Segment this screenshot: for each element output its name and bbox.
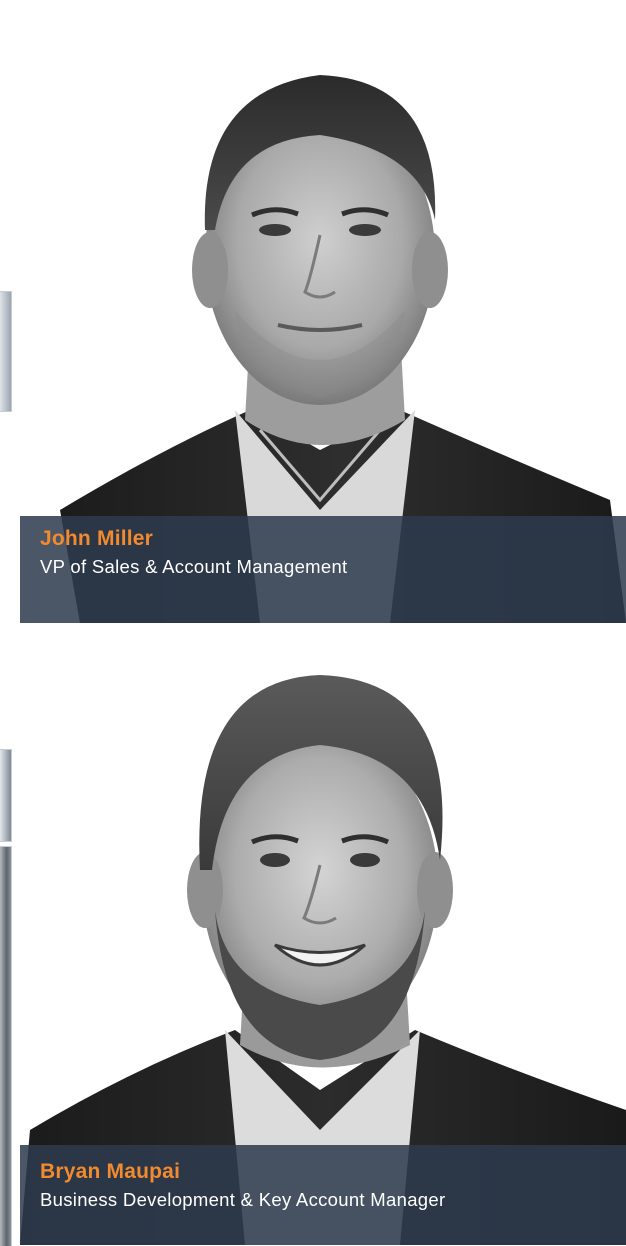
person-title: Business Development & Key Account Manag… [40,1189,446,1210]
adjacent-card-edge [0,846,12,1246]
person-title: VP of Sales & Account Management [40,556,348,577]
person-name: Bryan Maupai [40,1160,181,1183]
caption-banner: Bryan Maupai Business Development & Key … [20,1145,626,1245]
adjacent-card-edge [0,749,12,842]
team-member-card-john-miller[interactable]: John Miller VP of Sales & Account Manage… [20,30,626,623]
team-member-card-bryan-maupai[interactable]: Bryan Maupai Business Development & Key … [20,660,626,1245]
caption-banner: John Miller VP of Sales & Account Manage… [20,516,626,623]
adjacent-card-edge [0,291,12,412]
person-name: John Miller [40,527,154,550]
